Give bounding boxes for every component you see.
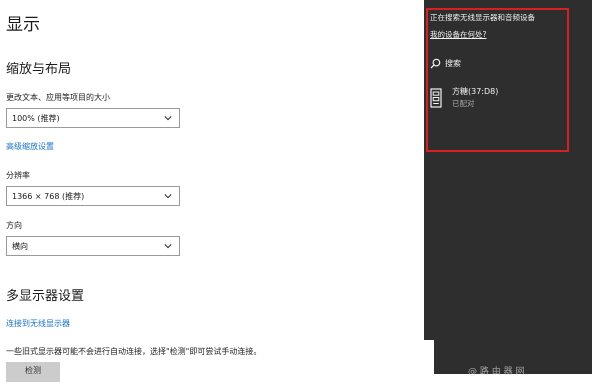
where-is-my-device-link[interactable]: 我的设备在何处? [430,29,486,40]
detect-help-text: 一些旧式显示器可能不会进行自动连接，选择"检测"即可尝试手动连接。 [6,347,262,356]
resolution-label: 分辨率 [6,171,30,180]
device-list-item[interactable]: 方糖(37:D8) 已配对 [430,86,560,116]
advanced-scaling-link[interactable]: 高级缩放设置 [6,141,54,152]
text-size-label: 更改文本、应用等项目的大小 [6,93,110,102]
chevron-down-icon [164,244,172,249]
scale-layout-heading: 缩放与布局 [6,62,72,77]
search-label: 搜索 [445,58,461,68]
connect-flyout-panel: 正在搜索无线显示器和音频设备 我的设备在何处? 搜索 方糖(37:D8) 已配对 [424,0,592,374]
chevron-down-icon [164,116,172,121]
device-status: 已配对 [452,99,475,108]
chevron-down-icon [164,194,172,199]
panel-corner [424,340,434,374]
resolution-dropdown[interactable]: 1366 × 768 (推荐) [6,186,180,206]
orientation-label: 方向 [6,221,22,230]
device-name: 方糖(37:D8) [452,87,499,96]
orientation-value: 横向 [12,242,28,251]
searching-heading: 正在搜索无线显示器和音频设备 [430,13,535,22]
text-size-dropdown[interactable]: 100% (推荐) [6,108,180,128]
watermark: @ 路 由 器 网 [468,367,525,377]
orientation-dropdown[interactable]: 横向 [6,236,180,256]
multi-display-heading: 多显示器设置 [6,289,85,304]
search-button[interactable]: 搜索 [430,56,461,70]
text-size-value: 100% (推荐) [12,114,60,123]
tv-box-icon [430,88,442,108]
detect-button[interactable]: 检测 [6,362,60,382]
search-icon [430,58,441,69]
connect-wireless-display-link[interactable]: 连接到无线显示器 [6,318,70,329]
resolution-value: 1366 × 768 (推荐) [12,192,85,201]
page-title: 显示 [6,15,40,35]
display-settings-page: 显示 缩放与布局 更改文本、应用等项目的大小 100% (推荐) 高级缩放设置 … [0,0,424,382]
